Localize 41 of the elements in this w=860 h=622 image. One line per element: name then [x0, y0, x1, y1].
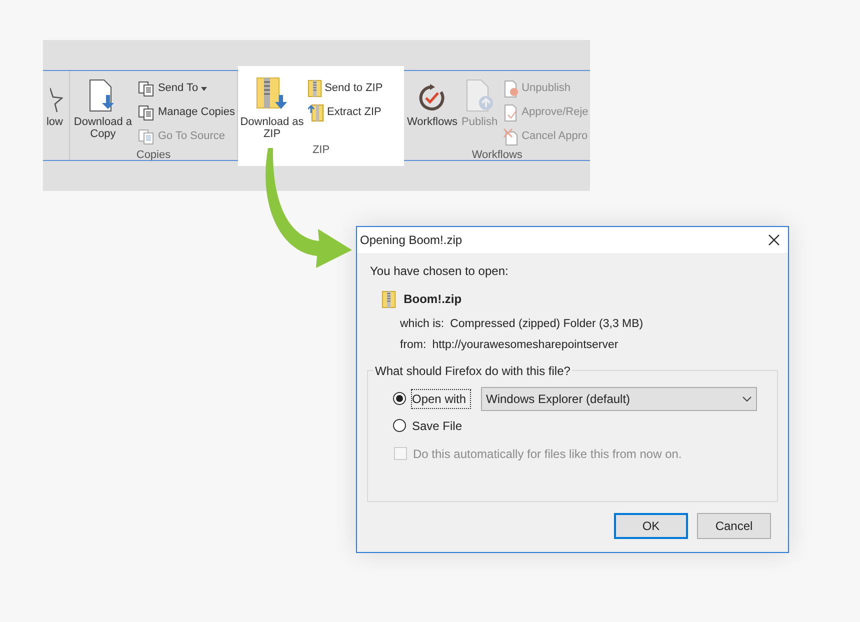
dialog-button[interactable]: Cancel [697, 512, 771, 538]
document-upload-icon [464, 79, 495, 113]
ribbon-small-button[interactable]: Send To [138, 78, 235, 99]
ribbon-large-button[interactable]: Download a Copy [72, 77, 134, 140]
field-label: which is: [400, 317, 444, 332]
radio-button[interactable] [393, 419, 406, 432]
group-label: ZIP [312, 143, 330, 158]
file-name: Boom!.zip [404, 291, 462, 308]
documents-icon [138, 80, 155, 96]
radio-label[interactable]: Save File [412, 416, 470, 434]
group-legend: What should Firefox do with this file? [373, 362, 572, 380]
documents-icon [138, 128, 155, 144]
ribbon-small-button[interactable]: Send to ZIP [308, 78, 383, 99]
checkbox-label: Do this automatically for files like this from now on. [413, 446, 682, 462]
ribbon-large-button[interactable]: Download as ZIP [240, 77, 304, 140]
workflow-check-icon [417, 83, 448, 113]
radio-button[interactable] [393, 392, 406, 405]
intro-text: You have chosen to open: [370, 263, 510, 280]
zip-file-icon [382, 290, 396, 308]
ribbon-small-button[interactable]: Manage Copies [138, 102, 235, 123]
field-label: from: [400, 338, 426, 354]
radio-label[interactable]: Open with [412, 390, 470, 408]
zip-folder-icon [308, 80, 322, 97]
document-remove-icon [502, 80, 519, 98]
document-cancel-icon [502, 128, 519, 146]
close-icon[interactable] [768, 234, 780, 246]
document-check-icon [502, 104, 519, 122]
ribbon-small-button[interactable]: Extract ZIP [308, 102, 383, 123]
dialog-button[interactable]: OK [614, 512, 688, 538]
app-dropdown[interactable]: Windows Explorer (default) [481, 386, 757, 410]
caret-icon [201, 86, 208, 90]
field-value: Compressed (zipped) Folder (3,3 MB) [450, 317, 644, 332]
ribbon-large-button[interactable]: Workflows [406, 77, 459, 128]
documents-icon [138, 104, 155, 120]
chevron-down-icon [742, 396, 752, 402]
window-title: Opening Boom!.zip [360, 232, 462, 249]
zip-extract-icon [308, 104, 324, 122]
group-label: Copies [136, 148, 171, 163]
ribbon-large-button[interactable]: low [41, 77, 63, 128]
field-value: http://yourawesomesharepointserver [432, 338, 618, 354]
group-label: Workflows [472, 148, 522, 163]
